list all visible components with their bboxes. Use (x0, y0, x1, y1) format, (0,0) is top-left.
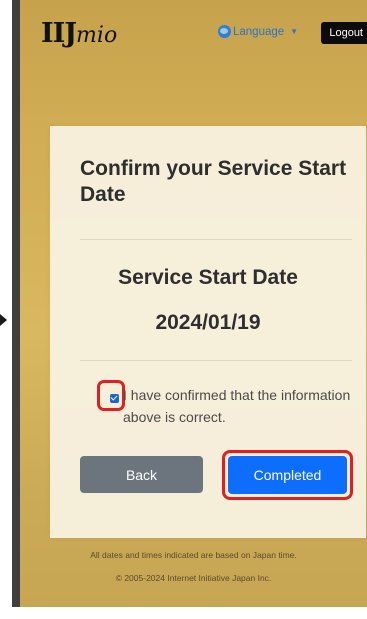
copyright: © 2005-2024 Internet Initiative Japan In… (115, 573, 272, 583)
language-label: Language (233, 25, 285, 38)
caret-down-icon: ▼ (290, 27, 299, 36)
logo[interactable]: IIJmio (41, 18, 117, 49)
confirm-checkbox-label[interactable]: I have confirmed that the information ab… (123, 385, 363, 428)
footer: All dates and times indicated are based … (20, 544, 367, 590)
completed-button[interactable]: Completed (228, 456, 347, 494)
language-dropdown[interactable]: Language ▼ (218, 25, 298, 38)
divider (80, 360, 352, 361)
phone-screen: IIJmio Language ▼ Logout Confirm your Se… (12, 0, 367, 607)
globe-icon (218, 25, 231, 38)
logo-suffix: mio (76, 23, 118, 48)
confirmation-card: Confirm your Service Start Date Service … (50, 126, 366, 538)
logout-button[interactable]: Logout (321, 22, 367, 44)
pointer-arrow-icon (0, 314, 7, 326)
service-start-date-label: Service Start Date (118, 266, 298, 289)
completed-button-highlight: Completed (222, 450, 353, 500)
confirm-checkbox[interactable] (110, 394, 119, 403)
timezone-note: All dates and times indicated are based … (90, 550, 297, 560)
checkbox-highlight (97, 380, 125, 411)
page-title: Confirm your Service Start Date (80, 157, 347, 207)
divider (80, 239, 352, 240)
header: IIJmio Language ▼ Logout (20, 0, 367, 72)
back-button[interactable]: Back (80, 456, 203, 493)
logo-text: IIJ (41, 18, 77, 49)
service-start-date-value: 2024/01/19 (155, 311, 261, 334)
